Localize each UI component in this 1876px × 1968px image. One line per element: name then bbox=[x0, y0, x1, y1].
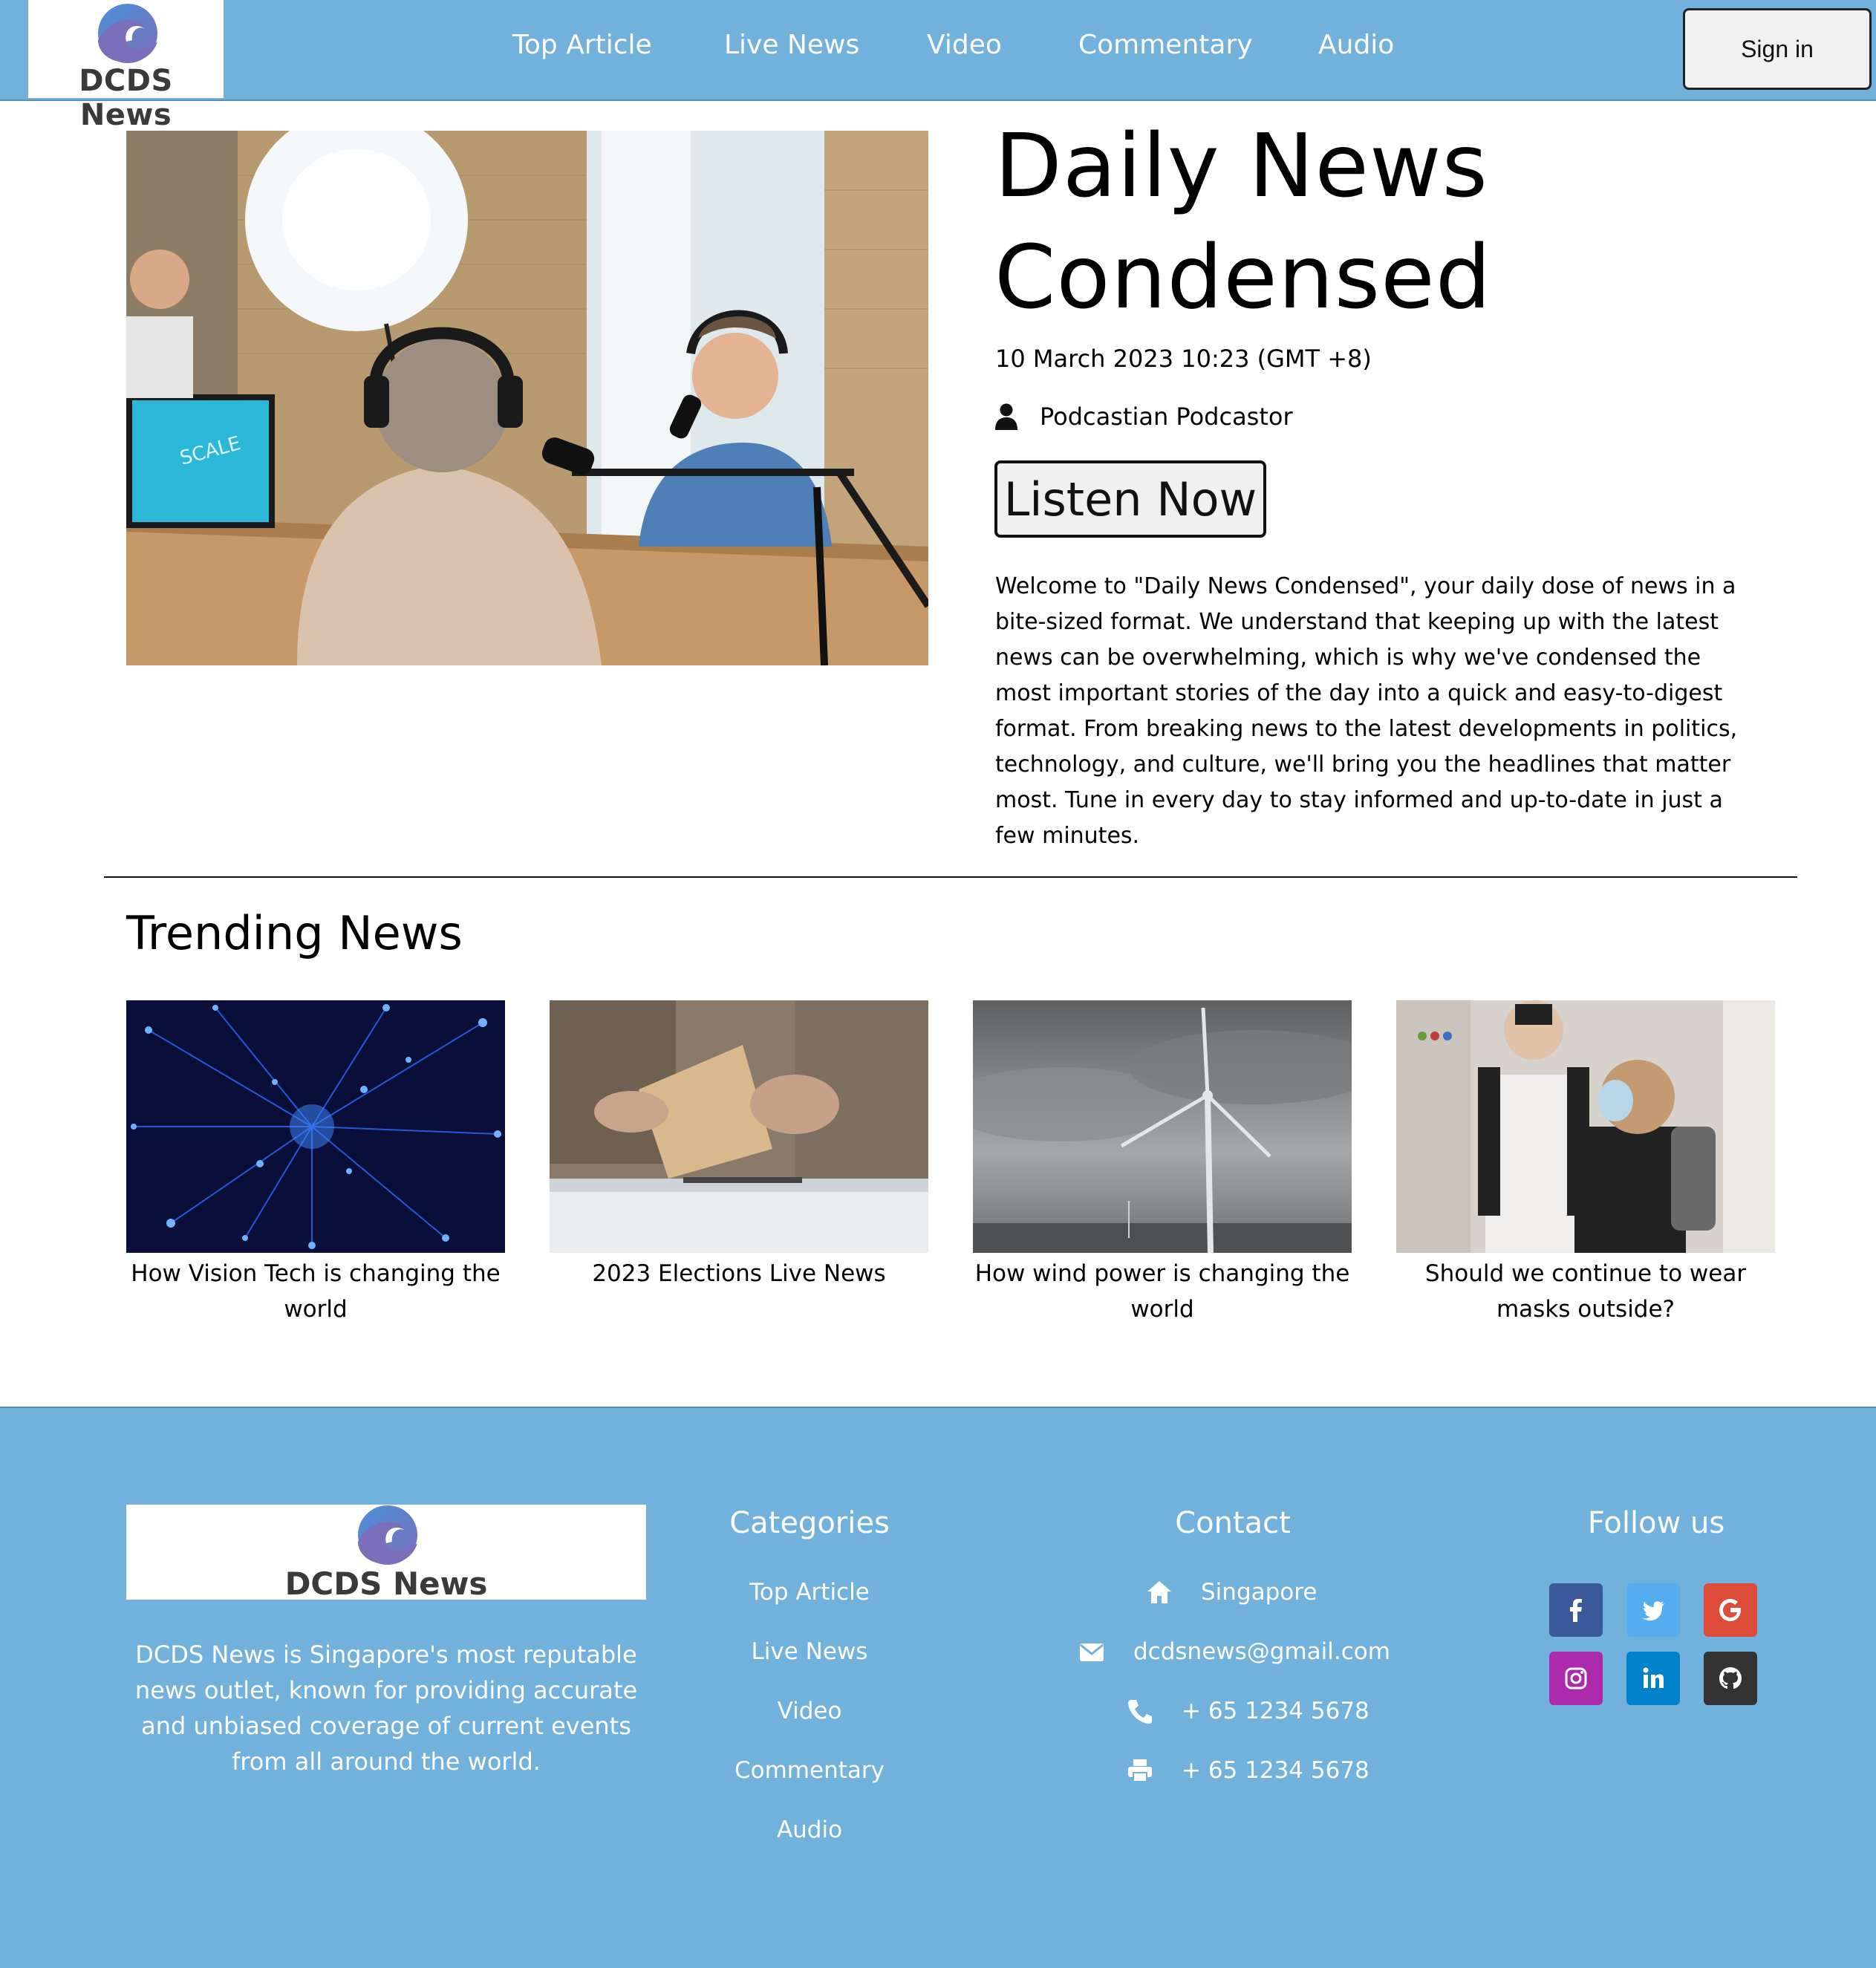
listen-now-button[interactable]: Listen Now bbox=[994, 460, 1266, 538]
footer-link-commentary[interactable]: Commentary bbox=[661, 1757, 958, 1784]
footer-logo-text: DCDS News bbox=[284, 1565, 488, 1602]
linkedin-button[interactable] bbox=[1626, 1652, 1680, 1705]
ballot-box-image bbox=[550, 1000, 928, 1253]
author-name: Podcastian Podcastor bbox=[1040, 403, 1293, 431]
instagram-button[interactable] bbox=[1549, 1652, 1603, 1705]
nav-top-article[interactable]: Top Article bbox=[512, 30, 652, 60]
facebook-icon bbox=[1570, 1599, 1582, 1622]
envelope-icon bbox=[1080, 1643, 1104, 1661]
site-logo[interactable]: DCDS News bbox=[28, 0, 224, 132]
contact-phone-text[interactable]: + 65 1234 5678 bbox=[1182, 1698, 1369, 1724]
contact-location-text: Singapore bbox=[1201, 1579, 1318, 1606]
linkedin-icon bbox=[1643, 1667, 1664, 1688]
categories-title: Categories bbox=[729, 1506, 890, 1540]
contact-email-text[interactable]: dcdsnews@gmail.com bbox=[1133, 1638, 1390, 1665]
contact-location: Singapore bbox=[1146, 1579, 1317, 1606]
phone-icon bbox=[1128, 1700, 1152, 1724]
wind-turbine-image bbox=[973, 1000, 1352, 1253]
facebook-button[interactable] bbox=[1549, 1583, 1603, 1637]
google-icon bbox=[1719, 1599, 1742, 1621]
trending-caption[interactable]: How wind power is changing the world bbox=[973, 1256, 1352, 1327]
google-button[interactable] bbox=[1704, 1583, 1757, 1637]
fiber-optics-image bbox=[126, 1000, 505, 1253]
logo-wave-icon bbox=[358, 1505, 417, 1565]
follow-us-title: Follow us bbox=[1587, 1506, 1725, 1540]
twitter-button[interactable] bbox=[1626, 1583, 1680, 1637]
twitter-icon bbox=[1642, 1601, 1664, 1621]
trending-heading: Trending News bbox=[126, 906, 463, 960]
trending-caption[interactable]: Should we continue to wear masks outside… bbox=[1396, 1256, 1775, 1327]
footer-logo[interactable]: DCDS News bbox=[126, 1505, 646, 1602]
nav-video[interactable]: Video bbox=[927, 30, 1002, 60]
trending-card-elections[interactable]: 2023 Elections Live News bbox=[550, 1000, 928, 1291]
trending-card-masks[interactable]: Should we continue to wear masks outside… bbox=[1396, 1000, 1775, 1327]
github-icon bbox=[1719, 1667, 1742, 1689]
contact-title: Contact bbox=[1175, 1506, 1291, 1540]
hero-title: Daily News Condensed bbox=[994, 114, 1492, 328]
podcast-studio-illustration: SCALE bbox=[126, 131, 928, 665]
trending-card-wind-power[interactable]: How wind power is changing the world bbox=[973, 1000, 1352, 1327]
footer-link-top-article[interactable]: Top Article bbox=[661, 1579, 958, 1606]
footer-link-audio[interactable]: Audio bbox=[661, 1817, 958, 1843]
contact-fax: + 65 1234 5678 bbox=[1127, 1757, 1369, 1784]
footer-about-text: DCDS News is Singapore's most reputable … bbox=[134, 1640, 638, 1776]
nav-live-news[interactable]: Live News bbox=[724, 30, 859, 60]
site-footer: DCDS News DCDS News is Singapore's most … bbox=[0, 1407, 1876, 1968]
publish-date: 10 March 2023 10:23 (GMT +8) bbox=[995, 345, 1372, 373]
hero-description: Welcome to "Daily News Condensed", your … bbox=[995, 573, 1738, 849]
nav-audio[interactable]: Audio bbox=[1318, 30, 1394, 60]
logo-text: DCDS News bbox=[79, 64, 173, 132]
top-navbar: DCDS News Top Article Live News Video Co… bbox=[0, 0, 1876, 132]
trending-caption[interactable]: How Vision Tech is changing the world bbox=[126, 1256, 505, 1327]
person-icon bbox=[995, 403, 1017, 430]
contact-email: dcdsnews@gmail.com bbox=[1078, 1638, 1390, 1665]
printer-icon bbox=[1128, 1759, 1152, 1782]
section-divider bbox=[104, 876, 1797, 878]
contact-phone: + 65 1234 5678 bbox=[1127, 1698, 1369, 1724]
sign-in-button[interactable]: Sign in bbox=[1683, 8, 1872, 90]
home-icon bbox=[1147, 1581, 1171, 1603]
github-button[interactable] bbox=[1704, 1652, 1757, 1705]
hero-podcast-image: SCALE bbox=[126, 131, 928, 665]
footer-link-live-news[interactable]: Live News bbox=[661, 1638, 958, 1665]
footer-link-video[interactable]: Video bbox=[661, 1698, 958, 1724]
trending-card-vision-tech[interactable]: How Vision Tech is changing the world bbox=[126, 1000, 505, 1327]
instagram-icon bbox=[1565, 1667, 1587, 1690]
logo-wave-icon bbox=[98, 4, 157, 63]
trending-caption[interactable]: 2023 Elections Live News bbox=[550, 1256, 928, 1291]
contact-fax-text: + 65 1234 5678 bbox=[1182, 1757, 1369, 1784]
nav-commentary[interactable]: Commentary bbox=[1078, 30, 1253, 60]
children-masks-image bbox=[1396, 1000, 1775, 1253]
author-line: Podcastian Podcastor bbox=[995, 403, 1293, 431]
